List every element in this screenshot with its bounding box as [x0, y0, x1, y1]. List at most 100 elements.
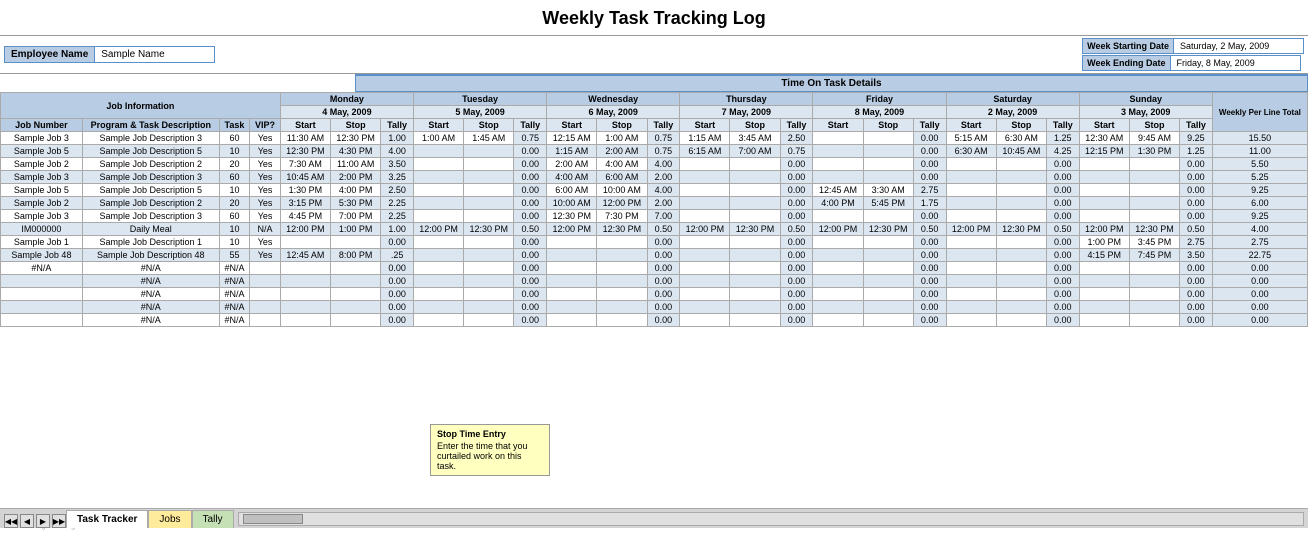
cell[interactable] — [464, 288, 514, 301]
cell[interactable]: 12:30 PM — [597, 223, 647, 236]
cell[interactable] — [464, 210, 514, 223]
cell[interactable]: 0.00 — [1180, 184, 1213, 197]
table-row[interactable]: Sample Job 2Sample Job Description 220Ye… — [1, 197, 1308, 210]
cell[interactable]: 1:00 PM — [1079, 236, 1129, 249]
cell[interactable] — [1079, 184, 1129, 197]
cell[interactable] — [680, 210, 730, 223]
cell[interactable] — [680, 288, 730, 301]
cell[interactable]: 0.00 — [913, 314, 946, 327]
cell[interactable] — [597, 301, 647, 314]
cell[interactable]: 1:30 PM — [280, 184, 330, 197]
cell[interactable]: 10 — [219, 184, 250, 197]
cell[interactable]: 0.00 — [647, 301, 680, 314]
cell[interactable]: Yes — [250, 210, 281, 223]
cell[interactable]: 2.75 — [913, 184, 946, 197]
cell[interactable]: 1.25 — [1180, 145, 1213, 158]
cell[interactable] — [946, 158, 996, 171]
cell[interactable] — [996, 236, 1046, 249]
cell[interactable]: 12:30 PM — [547, 210, 597, 223]
cell[interactable]: 12:00 PM — [280, 223, 330, 236]
cell[interactable]: 2.25 — [381, 210, 414, 223]
cell[interactable]: 0.00 — [1046, 197, 1079, 210]
cell[interactable]: 0.00 — [913, 132, 946, 145]
cell[interactable]: 0.75 — [647, 145, 680, 158]
cell[interactable]: 0.00 — [381, 314, 414, 327]
cell[interactable]: 20 — [219, 197, 250, 210]
cell[interactable]: 0.50 — [913, 223, 946, 236]
cell[interactable] — [413, 210, 463, 223]
cell[interactable] — [1129, 184, 1179, 197]
cell[interactable]: 0.00 — [514, 301, 547, 314]
cell[interactable] — [863, 158, 913, 171]
tab-jobs[interactable]: Jobs — [148, 510, 191, 528]
cell[interactable]: 10:45 AM — [280, 171, 330, 184]
cell[interactable] — [547, 301, 597, 314]
cell[interactable] — [597, 314, 647, 327]
cell[interactable]: 0.00 — [647, 314, 680, 327]
cell[interactable]: 4:00 PM — [331, 184, 381, 197]
cell[interactable] — [413, 249, 463, 262]
cell[interactable]: 0.00 — [514, 314, 547, 327]
table-row[interactable]: #N/A#N/A#N/A0.000.000.000.000.000.000.00… — [1, 262, 1308, 275]
cell[interactable]: 0.00 — [780, 236, 813, 249]
cell[interactable]: 0.00 — [514, 171, 547, 184]
cell[interactable]: 0.50 — [514, 223, 547, 236]
cell[interactable] — [280, 236, 330, 249]
cell[interactable] — [1129, 275, 1179, 288]
cell[interactable]: 12:30 PM — [280, 145, 330, 158]
cell[interactable] — [946, 314, 996, 327]
cell[interactable] — [464, 314, 514, 327]
cell[interactable]: 0.00 — [780, 210, 813, 223]
cell[interactable]: 1.00 — [381, 223, 414, 236]
cell[interactable] — [680, 184, 730, 197]
cell[interactable]: 0.00 — [1046, 275, 1079, 288]
cell[interactable]: .25 — [381, 249, 414, 262]
cell[interactable]: 12:00 PM — [1079, 223, 1129, 236]
cell[interactable] — [597, 262, 647, 275]
cell[interactable] — [250, 314, 281, 327]
cell[interactable]: 7:45 PM — [1129, 249, 1179, 262]
cell[interactable] — [1129, 301, 1179, 314]
cell[interactable]: 3.50 — [381, 158, 414, 171]
cell[interactable]: Sample Job 2 — [1, 158, 83, 171]
cell[interactable]: 0.00 — [780, 288, 813, 301]
table-row[interactable]: IM000000Daily Meal10N/A12:00 PM1:00 PM1.… — [1, 223, 1308, 236]
cell[interactable] — [464, 171, 514, 184]
cell[interactable]: 0.00 — [1212, 288, 1307, 301]
cell[interactable] — [547, 236, 597, 249]
cell[interactable] — [464, 158, 514, 171]
cell[interactable]: 0.00 — [913, 275, 946, 288]
cell[interactable] — [730, 236, 780, 249]
cell[interactable]: #N/A — [219, 288, 250, 301]
cell[interactable] — [1079, 197, 1129, 210]
cell[interactable] — [331, 275, 381, 288]
cell[interactable]: 2:00 AM — [547, 158, 597, 171]
cell[interactable]: 4:45 PM — [280, 210, 330, 223]
cell[interactable]: 0.00 — [514, 262, 547, 275]
cell[interactable] — [280, 288, 330, 301]
cell[interactable]: 0.00 — [1180, 314, 1213, 327]
cell[interactable]: 0.00 — [913, 236, 946, 249]
cell[interactable] — [813, 262, 863, 275]
table-row[interactable]: #N/A#N/A0.000.000.000.000.000.000.000.00 — [1, 288, 1308, 301]
cell[interactable]: 4:30 PM — [331, 145, 381, 158]
cell[interactable]: 0.00 — [913, 301, 946, 314]
table-row[interactable]: #N/A#N/A0.000.000.000.000.000.000.000.00 — [1, 314, 1308, 327]
cell[interactable] — [730, 275, 780, 288]
cell[interactable] — [730, 301, 780, 314]
cell[interactable] — [946, 275, 996, 288]
cell[interactable]: 0.00 — [1212, 262, 1307, 275]
cell[interactable]: 0.00 — [780, 262, 813, 275]
cell[interactable]: 1:00 AM — [413, 132, 463, 145]
cell[interactable]: 1:15 AM — [547, 145, 597, 158]
cell[interactable] — [863, 301, 913, 314]
cell[interactable]: 1:00 PM — [331, 223, 381, 236]
cell[interactable] — [280, 275, 330, 288]
cell[interactable] — [730, 262, 780, 275]
cell[interactable]: 12:15 PM — [1079, 145, 1129, 158]
cell[interactable]: 6:15 AM — [680, 145, 730, 158]
cell[interactable] — [1079, 158, 1129, 171]
cell[interactable]: 0.00 — [1180, 171, 1213, 184]
cell[interactable] — [813, 145, 863, 158]
cell[interactable]: Yes — [250, 184, 281, 197]
